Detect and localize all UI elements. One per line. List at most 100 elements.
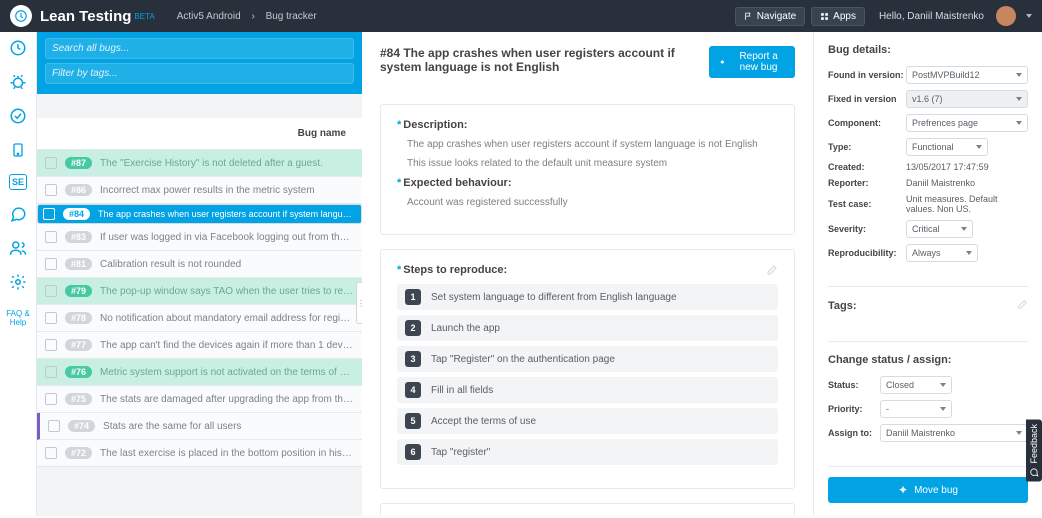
- users-icon[interactable]: [8, 238, 28, 258]
- bug-row[interactable]: #86 Incorrect max power results in the m…: [37, 177, 362, 204]
- step-number: 1: [405, 289, 421, 305]
- bug-row[interactable]: #78 No notification about mandatory emai…: [37, 305, 362, 332]
- bug-id-badge: #72: [65, 447, 92, 459]
- chat-icon[interactable]: [8, 204, 28, 224]
- bug-icon[interactable]: [8, 72, 28, 92]
- bug-row-title: The app can't find the devices again if …: [100, 340, 354, 351]
- se-icon[interactable]: SE: [9, 174, 27, 190]
- expected-text: Account was registered successfully: [407, 197, 778, 208]
- row-checkbox[interactable]: [45, 157, 57, 169]
- row-checkbox[interactable]: [45, 285, 57, 297]
- row-checkbox[interactable]: [45, 184, 57, 196]
- bug-row[interactable]: #72 The last exercise is placed in the b…: [37, 440, 362, 467]
- topbar: Lean Testing BETA Activ5 Android › Bug t…: [0, 0, 1042, 32]
- step-number: 3: [405, 351, 421, 367]
- component-select[interactable]: Prefrences page: [906, 114, 1028, 132]
- found-in-select[interactable]: PostMVPBuild12: [906, 66, 1028, 84]
- sidebar-icons: SE FAQ & Help: [0, 32, 37, 516]
- testcase-value: Unit measures. Default values. Non US.: [906, 194, 1028, 214]
- step-text: Set system language to different from En…: [431, 292, 677, 303]
- bug-id-badge: #78: [65, 312, 92, 324]
- bug-row-title: If user was logged in via Facebook loggi…: [100, 232, 354, 243]
- edit-tags-icon[interactable]: [1017, 299, 1028, 313]
- row-checkbox[interactable]: [43, 208, 55, 220]
- breadcrumb: Activ5 Android › Bug tracker: [173, 11, 321, 22]
- bug-row-title: The stats are damaged after upgrading th…: [100, 394, 354, 405]
- priority-label: Priority:: [828, 404, 880, 414]
- device-icon[interactable]: [8, 140, 28, 160]
- user-menu-caret-icon[interactable]: [1026, 14, 1032, 18]
- severity-label: Severity:: [828, 224, 906, 234]
- created-value: 13/05/2017 17:47:59: [906, 162, 1028, 172]
- status-select[interactable]: Closed: [880, 376, 952, 394]
- apps-button[interactable]: Apps: [811, 7, 865, 26]
- check-icon[interactable]: [8, 106, 28, 126]
- step-text: Tap "register": [431, 447, 490, 458]
- change-status-heading: Change status / assign:: [828, 354, 1028, 366]
- priority-select[interactable]: -: [880, 400, 952, 418]
- testcase-label: Test case:: [828, 199, 906, 209]
- breadcrumb-project[interactable]: Activ5 Android: [177, 11, 241, 22]
- description-label: *Description:: [397, 119, 778, 131]
- assign-select[interactable]: Daniil Maistrenko: [880, 424, 1028, 442]
- description-line: The app crashes when user registers acco…: [407, 139, 778, 150]
- step-text: Fill in all fields: [431, 385, 493, 396]
- search-input[interactable]: [45, 38, 354, 59]
- bug-row[interactable]: #83 If user was logged in via Facebook l…: [37, 224, 362, 251]
- report-bug-button[interactable]: Report a new bug: [709, 46, 795, 78]
- bug-row[interactable]: #74 Stats are the same for all users: [37, 413, 362, 440]
- fixed-in-select[interactable]: v1.6 (7): [906, 90, 1028, 108]
- edit-steps-icon[interactable]: [766, 264, 778, 279]
- navigate-button[interactable]: Navigate: [735, 7, 805, 26]
- repro-select[interactable]: Always: [906, 244, 978, 262]
- row-checkbox[interactable]: [45, 393, 57, 405]
- row-checkbox[interactable]: [45, 366, 57, 378]
- row-checkbox[interactable]: [45, 312, 57, 324]
- bug-row[interactable]: #76 Metric system support is not activat…: [37, 359, 362, 386]
- step-text: Tap "Register" on the authentication pag…: [431, 354, 615, 365]
- bug-row[interactable]: #79 The pop-up window says TAO when the …: [37, 278, 362, 305]
- row-checkbox[interactable]: [45, 339, 57, 351]
- steps-list: 1 Set system language to different from E…: [397, 284, 778, 465]
- bug-row[interactable]: #77 The app can't find the devices again…: [37, 332, 362, 359]
- bug-row-title: No notification about mandatory email ad…: [100, 313, 354, 324]
- greeting: Hello, Daniil Maistrenko: [879, 11, 984, 22]
- bug-id-badge: #86: [65, 184, 92, 196]
- reporter-value: Daniil Maistrenko: [906, 178, 1028, 188]
- status-label: Status:: [828, 380, 880, 390]
- repro-label: Reproducibility:: [828, 248, 906, 258]
- row-checkbox[interactable]: [48, 420, 60, 432]
- row-checkbox[interactable]: [45, 447, 57, 459]
- move-bug-button[interactable]: ✦Move bug: [828, 477, 1028, 503]
- type-label: Type:: [828, 142, 906, 152]
- breadcrumb-section[interactable]: Bug tracker: [266, 11, 317, 22]
- logo-icon: [10, 5, 32, 27]
- bug-details-heading: Bug details:: [828, 44, 1028, 56]
- bug-row[interactable]: #87 The "Exercise History" is not delete…: [37, 150, 362, 177]
- row-checkbox[interactable]: [45, 231, 57, 243]
- step-row: 1 Set system language to different from E…: [397, 284, 778, 310]
- bug-id-badge: #76: [65, 366, 92, 378]
- chat-icon: [1029, 468, 1039, 478]
- faq-link[interactable]: FAQ & Help: [0, 310, 36, 328]
- feedback-tab[interactable]: Feedback: [1026, 420, 1042, 482]
- severity-select[interactable]: Critical: [906, 220, 973, 238]
- bug-row[interactable]: #75 The stats are damaged after upgradin…: [37, 386, 362, 413]
- filters: [37, 32, 362, 94]
- type-select[interactable]: Functional: [906, 138, 988, 156]
- bug-row[interactable]: #81 Calibration result is not rounded: [37, 251, 362, 278]
- bug-title: #84 The app crashes when user registers …: [380, 46, 709, 74]
- list-header: Bug name: [37, 118, 362, 150]
- clock-icon[interactable]: [8, 38, 28, 58]
- bug-detail: #84 The app crashes when user registers …: [362, 32, 813, 516]
- avatar[interactable]: [996, 6, 1016, 26]
- side-panel: Bug details: Found in version:PostMVPBui…: [813, 32, 1042, 516]
- row-checkbox[interactable]: [45, 258, 57, 270]
- bug-row-title: Incorrect max power results in the metri…: [100, 185, 315, 196]
- steps-label: *Steps to reproduce:: [397, 264, 778, 276]
- grid-icon: [820, 12, 829, 21]
- gear-icon[interactable]: [8, 272, 28, 292]
- bug-row-title: The last exercise is placed in the botto…: [100, 448, 354, 459]
- bug-row[interactable]: #84 The app crashes when user registers …: [37, 204, 362, 224]
- tag-filter-input[interactable]: [45, 63, 354, 84]
